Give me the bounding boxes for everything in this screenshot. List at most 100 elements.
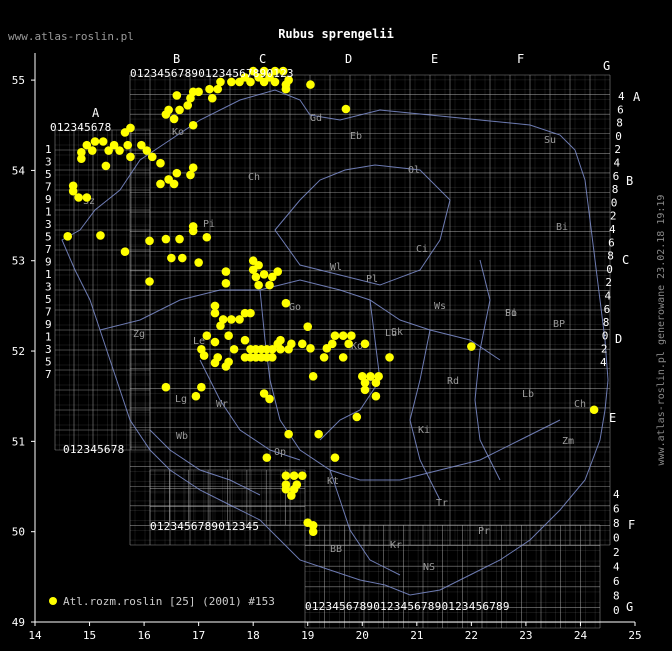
occurrence-point — [216, 321, 225, 331]
region-code: Wl — [330, 262, 342, 273]
grid-digit-west: 7 — [45, 368, 52, 381]
occurrence-point — [267, 272, 277, 282]
x-tick-label: 15 — [83, 629, 96, 642]
grid-digit-west: 5 — [45, 168, 52, 181]
grid-letter-right: B — [626, 174, 633, 188]
occurrence-point — [188, 120, 198, 130]
x-tick-label: 22 — [465, 629, 478, 642]
region-code: Go — [289, 302, 301, 313]
x-tick-label: 23 — [519, 629, 532, 642]
grid-letter-right: A — [633, 90, 641, 104]
region-code: BP — [553, 319, 565, 330]
occurrence-point — [161, 110, 171, 119]
occurrence-point — [172, 91, 182, 100]
occurrence-point — [120, 128, 130, 137]
x-tick-label: 21 — [410, 629, 423, 642]
grid-digit-west: 1 — [45, 268, 52, 281]
grid-digit-west: 5 — [45, 231, 52, 244]
grid-digit-east: 8 — [616, 117, 623, 130]
occurrence-point — [191, 391, 201, 401]
grid-digit-west: 1 — [45, 331, 52, 344]
occurrence-point — [224, 357, 233, 367]
occurrence-point — [265, 394, 274, 404]
grid-digit-east: 0 — [615, 130, 622, 143]
site-url: www.atlas-roslin.pl — [8, 30, 134, 43]
occurrence-point — [104, 146, 113, 155]
grid-letter-right: D — [615, 332, 622, 346]
grid-digit-strip: 0123456789012345 — [150, 520, 259, 533]
occurrence-point — [284, 344, 293, 354]
occurrence-point — [344, 339, 353, 349]
grid-digit-east: 4 — [609, 223, 616, 236]
occurrence-point — [246, 308, 255, 318]
grid-digit-east: 4 — [618, 90, 625, 103]
x-tick-label: 25 — [628, 629, 641, 642]
occurrence-point — [120, 247, 130, 256]
grid-digit-west: 5 — [45, 293, 52, 306]
occurrence-point — [202, 232, 212, 242]
grid-digit-east: 0 — [611, 196, 618, 209]
region-code: Zm — [562, 436, 574, 447]
grid-digit-west: 1 — [45, 143, 52, 156]
region-code: Ol — [408, 165, 420, 176]
occurrence-point — [224, 331, 233, 340]
occurrence-point — [74, 193, 83, 202]
occurrence-point — [287, 491, 296, 500]
map-title: Rubus sprengelii — [278, 27, 394, 41]
region-code: Sk — [391, 327, 403, 338]
x-tick-label: 14 — [28, 629, 42, 642]
occurrence-point — [259, 269, 269, 279]
region-code: Ws — [434, 301, 446, 312]
region-code: Lb — [522, 389, 534, 400]
grid-letter-top: A — [92, 106, 100, 120]
occurrence-point — [330, 453, 340, 462]
grid-digit-strip: 012345678 — [50, 121, 111, 134]
grid-digit-south-east: 6 — [613, 575, 620, 588]
occurrence-point — [126, 152, 135, 162]
grid-digit-east: 0 — [602, 329, 609, 342]
occurrence-point — [589, 405, 599, 415]
occurrence-point — [360, 339, 370, 349]
occurrence-point — [199, 351, 209, 360]
legend-label: Atl.rozm.roslin [25] (2001) #153 — [63, 595, 275, 608]
footer-stamp: www.atlas-roslin.pl generowane 23.02.18 … — [656, 195, 667, 466]
grid-digit-south-east: 0 — [613, 532, 620, 545]
occurrence-point — [251, 272, 261, 282]
grid-digit-east: 4 — [614, 157, 621, 170]
occurrence-point — [338, 331, 348, 340]
region-code: Kt — [327, 476, 339, 487]
grid-digit-east: 8 — [612, 183, 619, 196]
occurrence-point — [210, 337, 220, 347]
grid-digit-east: 4 — [600, 356, 607, 369]
legend-marker — [49, 597, 57, 605]
region-code: BB — [330, 544, 342, 555]
region-code: NS — [423, 562, 435, 573]
grid-digit-west: 7 — [45, 181, 52, 194]
grid-letter-top: D — [345, 52, 352, 66]
distribution-map: GdEb SuOlKoChSzBiCiPiWlPlWsGoPoLuSkSiBPZg… — [8, 27, 667, 642]
occurrence-point — [229, 344, 239, 354]
grid-letter-right: F — [628, 518, 635, 532]
region-code: Bi — [556, 222, 568, 233]
grid-digit-west: 7 — [45, 243, 52, 256]
region-code: Pr — [478, 526, 490, 537]
grid-digit-west: 7 — [45, 306, 52, 319]
y-tick-label: 53 — [12, 255, 25, 268]
occurrence-point — [235, 315, 244, 324]
occurrence-point — [210, 358, 220, 368]
occurrence-point — [297, 471, 307, 480]
occurrence-point — [210, 308, 220, 318]
occurrence-point — [322, 344, 332, 353]
grid-digit-strip: 012345678901234567890123456789 — [305, 600, 510, 613]
occurrence-point — [101, 161, 111, 171]
region-code: Lg — [175, 394, 187, 405]
grid-digit-west: 5 — [45, 356, 52, 369]
occurrence-point — [338, 353, 348, 362]
occurrence-point — [87, 146, 97, 155]
occurrence-point — [330, 331, 340, 340]
grid-digit-west: 9 — [45, 256, 52, 269]
grid-digit-west: 3 — [45, 156, 52, 169]
occurrence-point — [306, 80, 315, 89]
occurrence-point — [156, 179, 165, 189]
occurrence-point — [183, 101, 193, 110]
